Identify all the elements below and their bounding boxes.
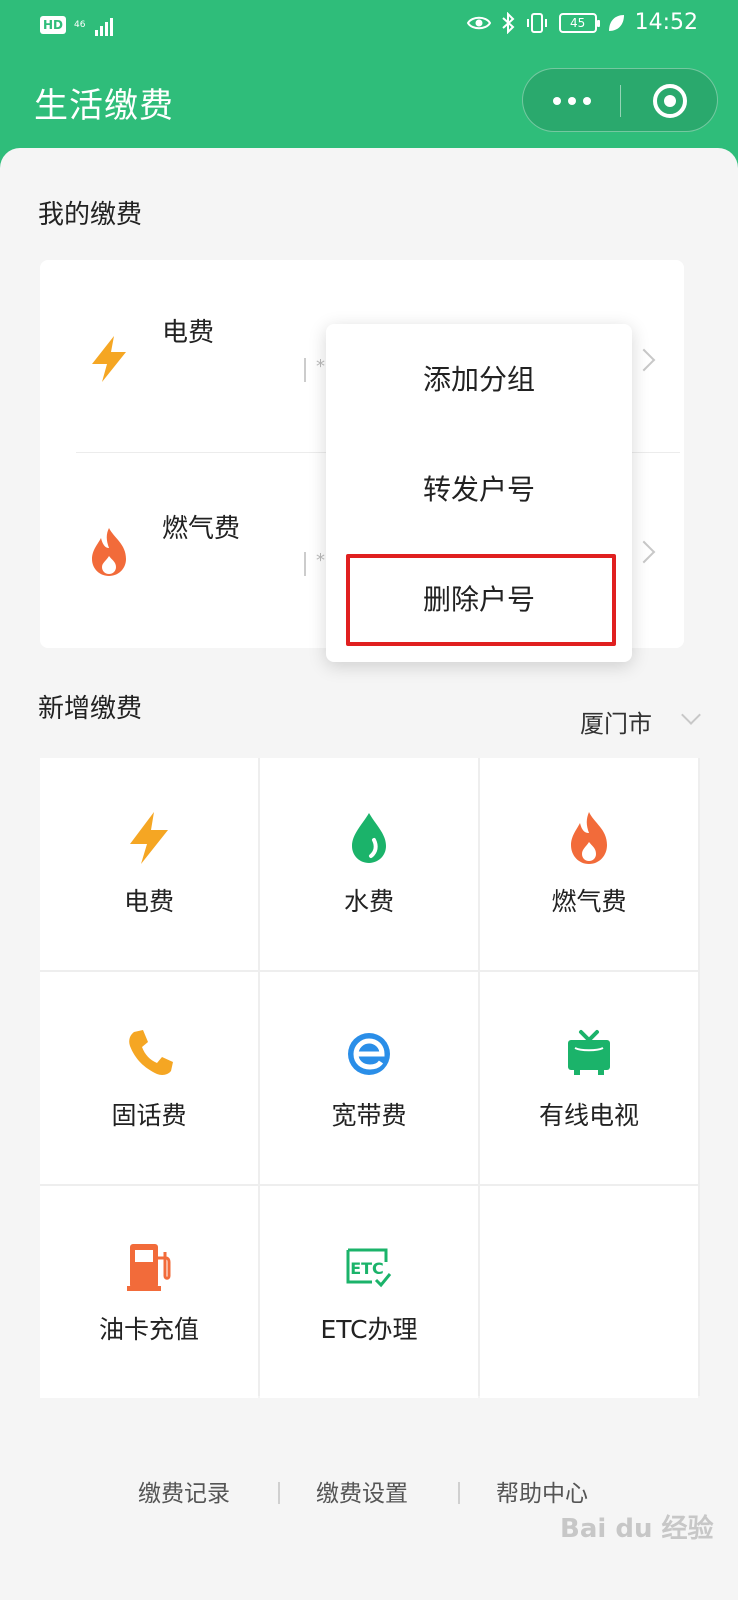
flame-icon [92,528,126,576]
miniprogram-capsule [522,68,718,132]
grid-item-label: 宽带费 [331,1101,407,1130]
nav-bar: 生活缴费 [0,60,738,146]
leaf-icon [608,14,624,31]
flame-icon [571,812,607,864]
grid-item-broadband[interactable]: 宽带费 [260,972,478,1184]
grid-item-electricity[interactable]: 电费 [40,758,258,970]
chevron-right-icon [632,348,656,372]
grid-item-empty [480,1186,698,1398]
bill-separator [304,358,306,382]
grid-item-fuel-card[interactable]: 油卡充值 [40,1186,258,1398]
new-bills-grid: 电费 水费 燃气费 固话费 宽带费 有线电视 油卡充值 ETC ETC办理 [40,758,700,1398]
grid-item-gas[interactable]: 燃气费 [480,758,698,970]
etc-icon: ETC [346,1248,392,1288]
grid-item-cable-tv[interactable]: 有线电视 [480,972,698,1184]
my-bills-title: 我的缴费 [38,200,143,230]
bill-account: * [316,356,325,377]
bill-name: 燃气费 [162,514,241,544]
payment-records-link[interactable]: 缴费记录 [138,1474,230,1508]
lightning-icon [92,336,126,382]
battery-icon: 45 [558,12,600,33]
add-group-menu-item[interactable]: 添加分组 [326,324,632,436]
city-selector[interactable]: 厦门市 [580,704,652,739]
grid-item-label: 固话费 [111,1101,187,1130]
footer-separator [278,1482,280,1504]
grid-item-landline[interactable]: 固话费 [40,972,258,1184]
grid-item-label: 水费 [343,887,394,916]
hd-badge: HD [40,16,67,34]
payment-settings-link[interactable]: 缴费设置 [316,1474,408,1508]
phone-icon [129,1030,173,1075]
more-button[interactable] [549,69,595,133]
lightning-icon [130,812,168,864]
grid-item-label: 油卡充值 [98,1315,199,1344]
bill-separator [304,552,306,576]
bill-name: 电费 [162,318,215,348]
water-drop-icon [352,813,386,863]
context-menu: 添加分组 转发户号 删除户号 [326,324,632,662]
grid-item-label: ETC办理 [320,1315,418,1344]
svg-text:ETC: ETC [350,1259,384,1278]
network-type: 46 [74,20,86,30]
grid-item-label: 燃气费 [551,887,627,916]
help-center-link[interactable]: 帮助中心 [496,1474,588,1508]
watermark: Bai du 经验 [560,1514,714,1544]
chevron-right-icon [632,540,656,564]
footer-separator [458,1482,460,1504]
fuel-pump-icon [127,1244,171,1291]
bluetooth-icon [501,11,515,34]
broadband-e-icon [348,1033,390,1075]
grid-item-etc[interactable]: ETC ETC办理 [260,1186,478,1398]
signal-icon [95,14,114,36]
close-miniprogram-button[interactable] [653,84,687,118]
chevron-down-icon [681,705,701,725]
new-bills-title: 新增缴费 [38,694,143,724]
bill-account: * [316,550,325,571]
grid-item-label: 有线电视 [538,1101,639,1130]
content-area: 我的缴费 电费 * 燃气费 * 添加分组 转发户号 删除户号 新增缴费 厦门市 … [0,148,738,1600]
tv-icon [568,1030,610,1075]
grid-item-water[interactable]: 水费 [260,758,478,970]
eye-icon [466,16,491,29]
clock: 14:52 [634,10,698,35]
forward-account-menu-item[interactable]: 转发户号 [326,434,632,546]
highlight-box [346,554,616,646]
capsule-divider [620,85,621,117]
vibrate-icon [526,12,547,33]
page-title: 生活缴费 [34,86,174,126]
grid-item-label: 电费 [123,887,174,916]
status-bar: HD 46 45 14:52 [0,0,738,52]
